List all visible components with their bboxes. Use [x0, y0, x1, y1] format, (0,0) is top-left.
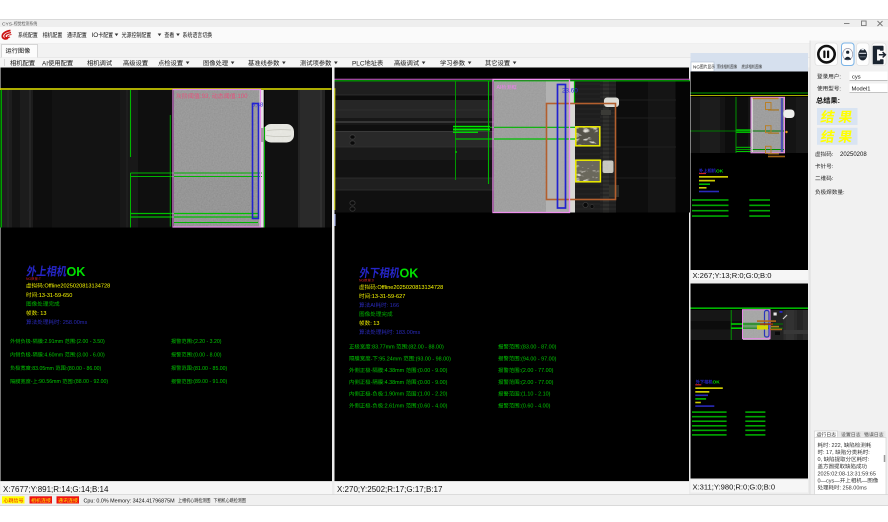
svg-text::(0.00 - 9.00): :(0.00 - 9.00): [417, 368, 448, 374]
svg-text::(81.00 - 85.00): :(81.00 - 85.00): [192, 366, 228, 372]
svg-text:NG: NG: [693, 64, 700, 69]
svg-text:0,: 0,: [818, 457, 824, 463]
svg-text:: 17,: : 17,: [823, 450, 835, 456]
svg-text::90.56mm: :90.56mm: [38, 379, 63, 385]
svg-text:Model1: Model1: [852, 86, 871, 92]
svg-text::(0.00 - 9.00): :(0.00 - 9.00): [417, 380, 448, 386]
svg-text::2.61mm: :2.61mm: [383, 404, 405, 410]
svg-text:-: -: [371, 368, 373, 374]
svg-text::0: :0: [371, 279, 374, 283]
svg-text:: 13: : 13: [37, 311, 46, 317]
svg-text::(2.00 - 77.00): :(2.00 - 77.00): [520, 368, 554, 374]
svg-text::(2.20 - 3.20): :(2.20 - 3.20): [192, 339, 222, 345]
svg-text::13-31-59-650: :13-31-59-650: [37, 293, 72, 299]
svg-text::: :: [838, 96, 840, 105]
svg-text::93,: :93,: [200, 93, 212, 100]
svg-text:: 222,: : 222,: [829, 443, 844, 449]
svg-text:Cpu: 0.0% Memory: 3424.4179687: Cpu: 0.0% Memory: 3424.41796875M: [84, 498, 176, 504]
svg-text::(93.00 - 98.00): :(93.00 - 98.00): [414, 356, 451, 362]
svg-text:NG: NG: [359, 279, 364, 283]
svg-text::(80.00 - 86.00): :(80.00 - 86.00): [66, 366, 102, 372]
svg-text::(83.00 - 87.00): :(83.00 - 87.00): [520, 345, 557, 351]
svg-text:X:267;Y:13;R:0;G:0;B:0: X:267;Y:13;R:0;G:0;B:0: [693, 271, 772, 280]
svg-text:-: -: [371, 392, 373, 398]
svg-text::(82.00 - 88.00): :(82.00 - 88.00): [407, 345, 444, 351]
svg-text::4.60mm: :4.60mm: [43, 352, 65, 358]
svg-text::T: :T: [38, 277, 41, 281]
svg-text:X:270;Y:2502;R:17;G:17;B:17: X:270;Y:2502;R:17;G:17;B:17: [337, 485, 443, 494]
svg-text:OK: OK: [67, 265, 86, 279]
svg-text:: 258.00ms: : 258.00ms: [60, 320, 88, 326]
svg-text:-: -: [31, 379, 33, 385]
svg-text:-: -: [31, 352, 33, 358]
svg-text:NG: NG: [26, 277, 31, 281]
svg-text:AI: AI: [42, 60, 48, 67]
svg-text:0—cys—: 0—cys—: [818, 478, 841, 484]
svg-text::(0.60 - 4.00): :(0.60 - 4.00): [520, 404, 551, 410]
svg-text:-: -: [371, 404, 373, 410]
svg-text:: 13: : 13: [370, 321, 379, 327]
svg-text:PLC: PLC: [352, 60, 365, 67]
svg-text::83.77mm: :83.77mm: [371, 345, 396, 351]
svg-text:—: —: [862, 478, 868, 484]
svg-text:OK: OK: [400, 267, 419, 281]
svg-text::13-31-59-627: :13-31-59-627: [370, 294, 405, 300]
svg-text::100: :100: [236, 93, 248, 100]
svg-text::4.38mm: :4.38mm: [383, 368, 405, 374]
svg-text:23.60: 23.60: [562, 88, 578, 95]
svg-text:: 183.00ms: : 183.00ms: [393, 330, 421, 336]
svg-text::(1.00 - 2.20): :(1.00 - 2.20): [417, 392, 448, 398]
svg-text:X:7677;Y:891;R:14;G:14;B:14: X:7677;Y:891;R:14;G:14;B:14: [3, 485, 109, 494]
svg-text:AI: AI: [370, 303, 376, 309]
svg-text:cys: cys: [852, 75, 861, 81]
svg-text:OK: OK: [713, 380, 721, 386]
svg-text::83.05mm: :83.05mm: [31, 366, 56, 372]
svg-text:20250208: 20250208: [840, 152, 867, 158]
svg-text:AI: AI: [497, 85, 502, 91]
svg-text:-: -: [371, 356, 373, 362]
svg-text:-: -: [31, 339, 33, 345]
svg-text:IO: IO: [92, 32, 99, 39]
svg-text::(2.00 - 77.00): :(2.00 - 77.00): [520, 380, 554, 386]
svg-text::95.24mm: :95.24mm: [378, 356, 403, 362]
svg-text:3,48: 3,48: [252, 103, 263, 109]
svg-text:: 258.00ms: : 258.00ms: [840, 485, 867, 491]
svg-text::(88.00 - 92.00): :(88.00 - 92.00): [73, 379, 109, 385]
svg-text:X:311;Y:980;R:0;G:0;B:0: X:311;Y:980;R:0;G:0;B:0: [693, 482, 776, 491]
svg-text::(0.60 - 4.00): :(0.60 - 4.00): [417, 404, 448, 410]
svg-text::(94.00 - 97.00): :(94.00 - 97.00): [520, 356, 557, 362]
svg-text::Offline2025020813134728: :Offline2025020813134728: [376, 285, 443, 291]
svg-text::4.38mm: :4.38mm: [383, 380, 405, 386]
svg-text:OK: OK: [716, 169, 724, 175]
svg-text::2.91mm: :2.91mm: [43, 339, 65, 345]
svg-text::(0.00 - 8.00): :(0.00 - 8.00): [192, 352, 222, 358]
svg-text:: 166: : 166: [387, 303, 399, 309]
svg-text::(2.00 - 3.50): :(2.00 - 3.50): [75, 339, 105, 345]
svg-text::(3.00 - 6.00): :(3.00 - 6.00): [75, 352, 105, 358]
svg-text::1.90mm: :1.90mm: [383, 392, 405, 398]
svg-text:CYS-: CYS-: [2, 21, 14, 27]
svg-text:-: -: [371, 380, 373, 386]
svg-text::Offline2025020813134728: :Offline2025020813134728: [43, 284, 110, 290]
svg-text::(89.00 - 91.00): :(89.00 - 91.00): [192, 379, 228, 385]
svg-text::(1.10 - 2.10): :(1.10 - 2.10): [520, 392, 551, 398]
svg-text:2025:02:08-13:31:59:65: 2025:02:08-13:31:59:65: [818, 471, 876, 477]
